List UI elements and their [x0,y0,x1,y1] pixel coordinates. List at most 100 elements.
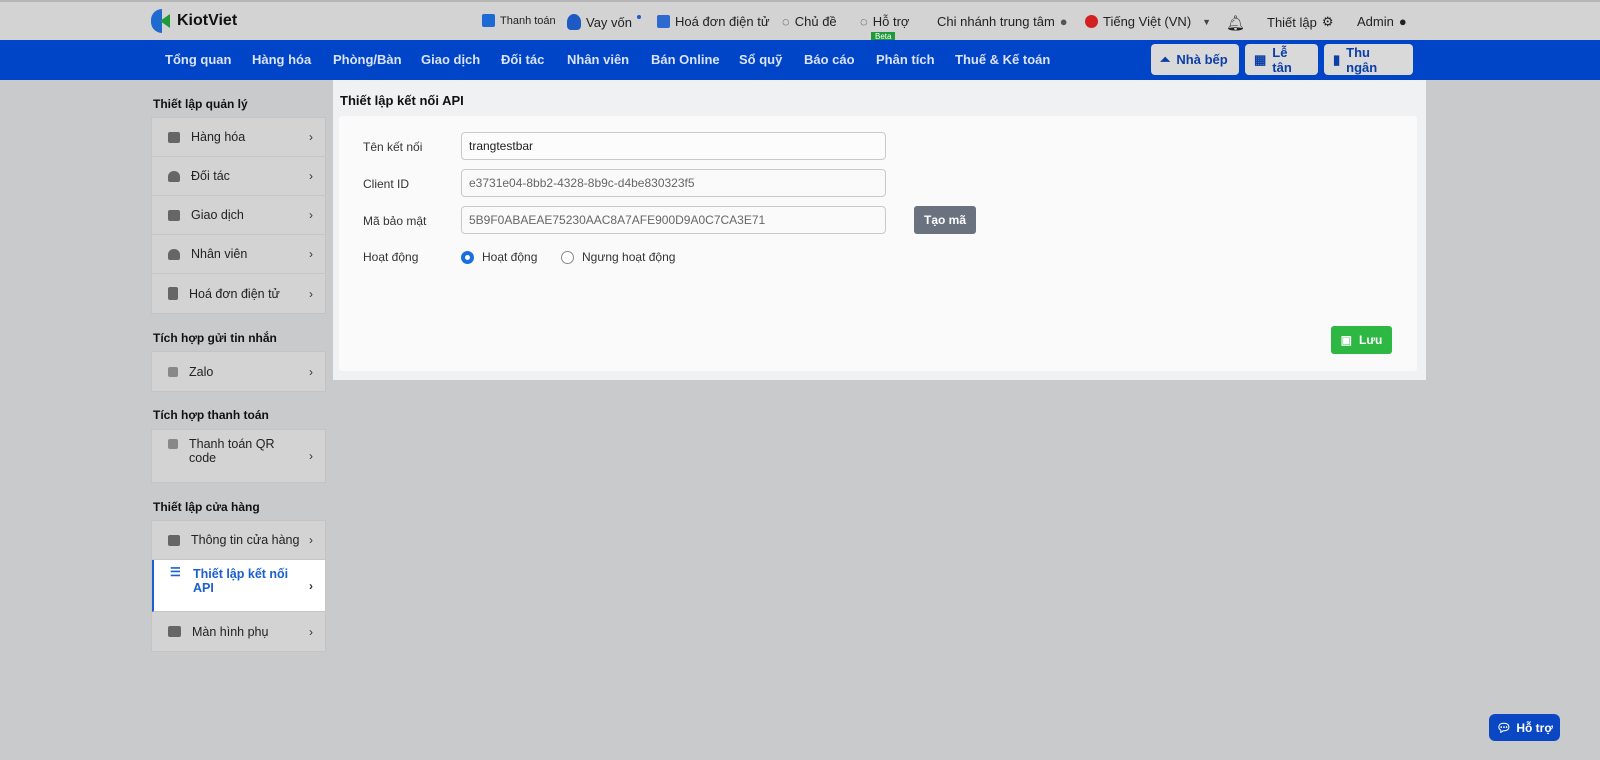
save-label: Lưu [1358,333,1383,347]
vn-flag-icon [1085,15,1098,28]
link-label: Thanh toán [500,14,556,27]
sidebar-item-nhan-vien[interactable]: Nhân viên › [152,235,325,274]
chevron-right-icon: › [309,130,313,144]
chevron-right-icon: › [309,533,313,547]
nav-bao-cao[interactable]: Báo cáo [804,52,855,67]
item-label: Thanh toán QR code [189,437,275,465]
location-pin-icon: ● [1059,14,1068,29]
link-label: Hỗ trợ [872,14,910,29]
chevron-right-icon: › [309,449,313,463]
chevron-right-icon: › [309,208,313,222]
qr-icon [168,366,178,377]
chevron-right-icon: › [309,169,313,183]
sidebar-item-giao-dich[interactable]: Giao dịch › [152,196,325,235]
item-label: Thiết lập kết nối API [193,567,289,595]
branch-label: Chi nhánh trung tâm [937,14,1055,29]
item-label: Hàng hóa [191,130,246,144]
bell-icon[interactable]: 🔔︎ [1226,14,1245,32]
sidebar-group-title: Thiết lập quản lý [153,97,248,111]
nav-nhan-vien[interactable]: Nhân viên [567,52,629,67]
user-menu[interactable]: Admin ● [1357,14,1407,29]
nav-phong-ban[interactable]: Phòng/Bàn [333,52,402,67]
link-label: Chủ đề [794,14,837,29]
sidebar-group-title: Tích hợp thanh toán [153,408,269,422]
nav-doi-tac[interactable]: Đối tác [501,52,544,67]
calendar-icon: ▦ [1254,51,1267,67]
kitchen-button[interactable]: ⏶ Nhà bếp [1151,44,1239,75]
payment-icon [482,14,495,27]
notification-dot [637,15,642,19]
nav-tong-quan[interactable]: Tổng quan [165,52,231,67]
secret-key-field[interactable]: 5B9F0ABAEAE75230AAC8A7AFE900D9A0C7CA3E71 [461,206,886,234]
client-id-field[interactable]: e3731e04-8bb2-4328-8b9c-d4be830323f5 [461,169,886,197]
item-label: Màn hình phụ [192,624,269,639]
file-icon [168,287,178,300]
nav-ban-online[interactable]: Bán Online [651,52,720,67]
client-id-label: Client ID [363,177,410,191]
item-label: Đối tác [191,169,230,183]
sidebar-item-qr[interactable]: Thanh toán QR code › [152,430,325,482]
sidebar-group-store: Thông tin cửa hàng › ☰ Thiết lập kết nối A… [151,520,326,652]
chevron-right-icon: › [309,286,313,301]
chevron-right-icon: › [309,578,313,593]
sidebar-item-hoa-don[interactable]: Hoá đơn điện tử › [152,274,325,313]
link-thanh-toan[interactable]: Thanh toán [482,14,556,27]
sidebar-item-hang-hoa[interactable]: Hàng hóa › [152,118,325,157]
sidebar-item-zalo[interactable]: Zalo › [152,352,325,391]
user-label: Admin [1357,14,1394,29]
sidebar-item-store-info[interactable]: Thông tin cửa hàng › [152,521,325,560]
item-label: Hoá đơn điện tử [189,286,280,301]
gear-icon: ⚙ [1321,14,1334,29]
monitor-icon [168,626,181,637]
money-bag-icon [567,14,581,30]
link-label: Vay vốn [586,14,633,30]
link-ho-tro[interactable]: ◌ Hỗ trợ [860,14,909,29]
branch-selector[interactable]: Chi nhánh trung tâm ● [937,14,1068,29]
status-active-radio[interactable]: Hoạt động [461,250,537,264]
button-label: Thu ngân [1346,44,1378,75]
sidebar-item-api[interactable]: ☰ Thiết lập kết nối API › [152,560,325,612]
item-label: Giao dịch [191,208,244,222]
help-chat-button[interactable]: 💬︎ Hỗ trợ [1489,714,1560,741]
main-nav: Tổng quan Hàng hóa Phòng/Bàn Giao dịch Đ… [0,40,1600,80]
qr-icon [168,439,178,449]
chevron-right-icon: › [309,624,313,639]
radio-unchecked [561,250,574,264]
connection-name-input[interactable]: trangtestbar [461,132,886,160]
sidebar-item-doi-tac[interactable]: Đối tác › [152,157,325,196]
store-icon [168,534,180,546]
item-label: Zalo [189,364,214,379]
item-label: Nhân viên [191,247,248,261]
floppy-disk-icon: ▣ [1340,333,1352,347]
nav-giao-dich[interactable]: Giao dịch [421,52,480,67]
help-label: Hỗ trợ [1516,720,1553,735]
nav-thue-ke-toan[interactable]: Thuế & Kế toán [955,52,1050,67]
reception-button[interactable]: ▦ Lễ tân [1245,44,1318,75]
radio-label: Ngưng hoạt động [582,250,676,264]
page-title: Thiết lập kết nối API [340,93,464,108]
user-circle-icon: ● [1398,14,1407,29]
api-settings-panel: Thiết lập kết nối API Tên kết nối trangt… [333,80,1426,380]
box-icon [168,131,180,143]
link-chu-de[interactable]: ◌ Chủ đề [782,14,837,29]
sidebar-group-payment: Thanh toán QR code › [151,429,326,483]
link-hoa-don[interactable]: Hoá đơn điện tử [657,14,770,29]
cashier-button[interactable]: ▮ Thu ngân [1324,44,1413,75]
user-icon [168,170,180,182]
language-selector[interactable]: Tiếng Việt (VN) ▼ [1085,14,1211,29]
nav-hang-hoa[interactable]: Hàng hóa [252,52,311,67]
sidebar-item-second-screen[interactable]: Màn hình phụ › [152,612,325,651]
language-label: Tiếng Việt (VN) [1103,14,1192,29]
top-bar: KiotViet Thanh toán Vay vốn Hoá đơn điện… [0,0,1600,41]
brand-name: KiotViet [177,12,238,29]
generate-key-button[interactable]: Tạo mã [914,206,976,234]
item-label: Thông tin cửa hàng [191,533,300,547]
link-vay-von[interactable]: Vay vốn [567,14,642,30]
nav-phan-tich[interactable]: Phân tích [876,52,935,67]
cloche-icon: ⏶ [1160,51,1171,67]
nav-so-quy[interactable]: Sổ quỹ [739,52,782,67]
status-inactive-radio[interactable]: Ngưng hoạt động [561,250,675,264]
kiotviet-logo[interactable]: KiotViet [151,9,237,33]
save-button[interactable]: ▣ Lưu [1331,326,1392,354]
settings-link[interactable]: Thiết lập ⚙ [1267,14,1334,30]
